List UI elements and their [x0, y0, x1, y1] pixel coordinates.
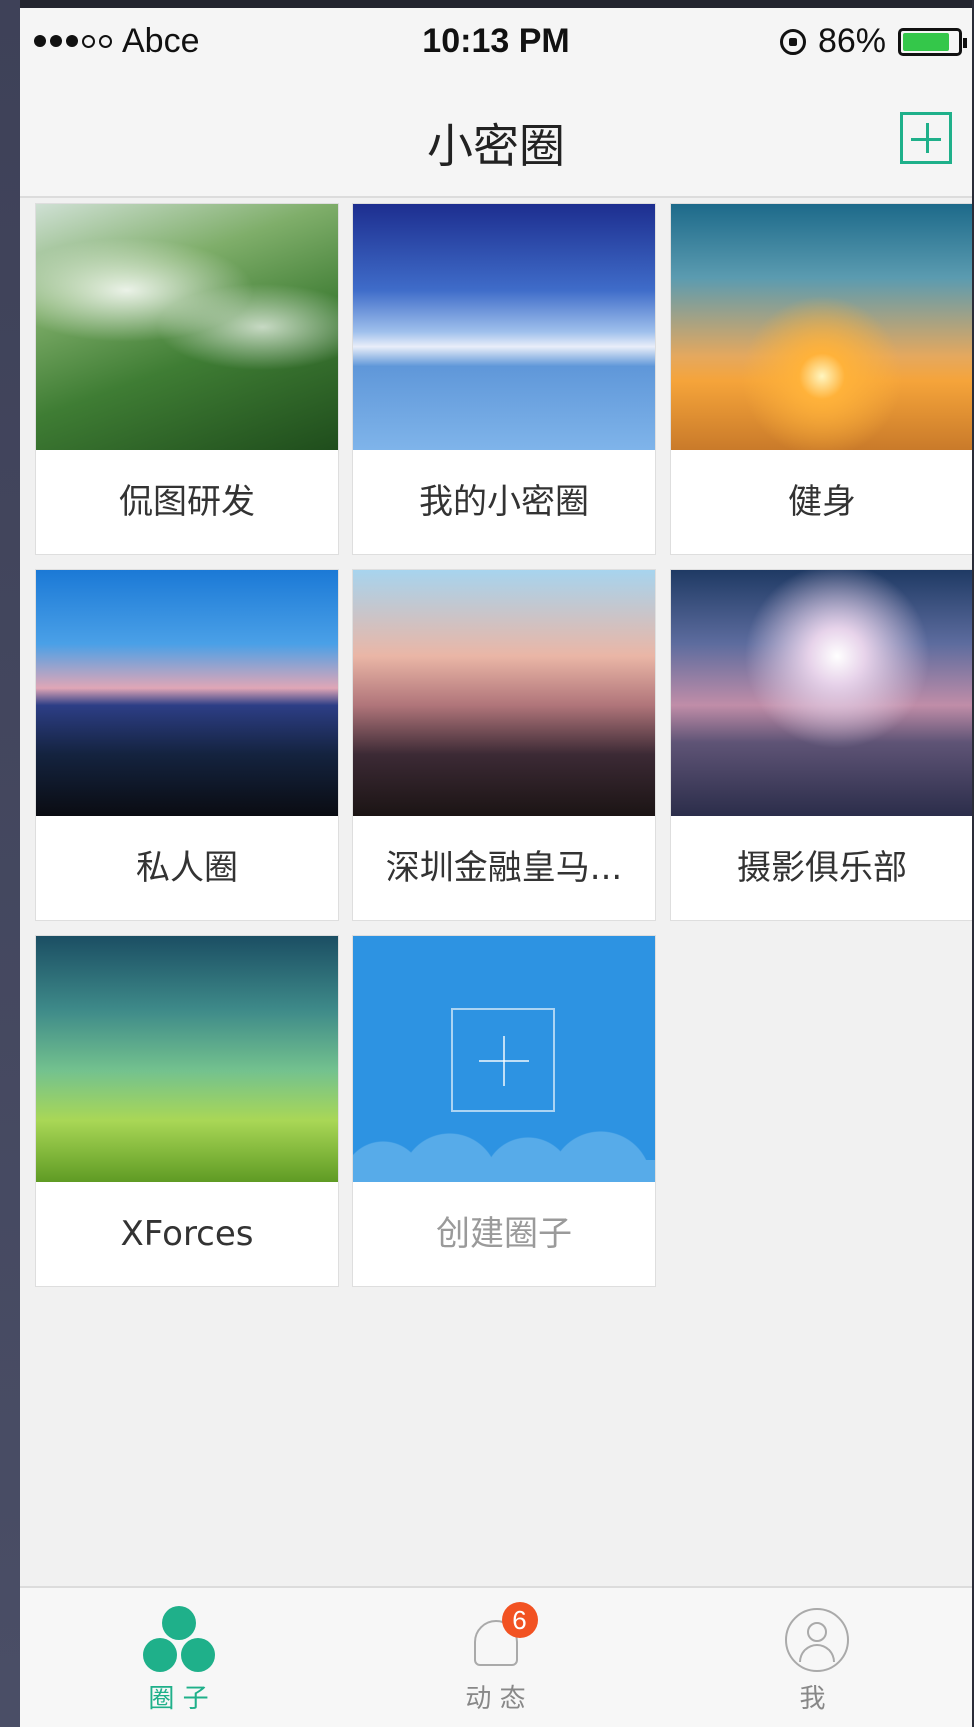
plus-icon	[451, 1008, 555, 1112]
circle-cover-image	[353, 204, 655, 450]
device-frame-left	[0, 0, 20, 1727]
circle-card[interactable]: 摄影俱乐部	[670, 569, 972, 921]
circle-cover-image	[36, 204, 338, 450]
create-circle-label: 创建圈子	[436, 1214, 572, 1254]
circle-card[interactable]: 私人圈	[35, 569, 339, 921]
circle-cover-image	[671, 570, 972, 816]
circles-icon	[139, 1606, 219, 1676]
battery-fill	[903, 32, 950, 51]
page-title: 小密圈	[427, 119, 565, 173]
cloud-decoration	[353, 1124, 655, 1182]
phone-screen: Abce 10:13 PM 86% 小密圈 侃图研发 我的小密圈 健身 私人圈 …	[20, 8, 972, 1727]
circle-name: 私人圈	[136, 848, 238, 888]
circle-card[interactable]: 健身	[670, 203, 972, 555]
tab-label: 动 态	[465, 1684, 526, 1714]
circle-cover-image	[36, 570, 338, 816]
create-circle-card[interactable]: 创建圈子	[352, 935, 656, 1287]
circle-name: 健身	[788, 482, 856, 522]
battery-percent: 86%	[817, 22, 886, 60]
create-circle-image	[353, 936, 655, 1182]
status-right: 86%	[779, 22, 967, 61]
circle-cover-image	[36, 936, 338, 1182]
bell-icon: 6	[456, 1602, 538, 1676]
battery-icon	[898, 27, 967, 56]
circle-name: XForces	[120, 1214, 254, 1254]
tab-label: 圈 子	[148, 1684, 209, 1714]
tab-me[interactable]: 我	[654, 1588, 971, 1727]
nav-bar: 小密圈	[20, 82, 972, 198]
circle-name: 侃图研发	[119, 482, 255, 522]
circle-name: 我的小密圈	[419, 482, 589, 522]
circle-card[interactable]: 侃图研发	[35, 203, 339, 555]
tab-bar: 圈 子 6 动 态 我	[20, 1586, 972, 1727]
circle-cover-image	[353, 570, 655, 816]
circle-cover-image	[671, 204, 972, 450]
circle-card[interactable]: XForces	[35, 935, 339, 1287]
notification-badge: 6	[501, 1602, 538, 1638]
circle-name: 深圳金融皇马...	[385, 848, 623, 888]
profile-icon	[773, 1606, 853, 1676]
circle-name: 摄影俱乐部	[737, 848, 907, 888]
circle-card[interactable]: 深圳金融皇马...	[352, 569, 656, 921]
circle-card[interactable]: 我的小密圈	[352, 203, 656, 555]
add-circle-button[interactable]	[900, 112, 952, 164]
tab-label: 我	[799, 1684, 826, 1714]
tab-activity[interactable]: 6 动 态	[337, 1588, 654, 1727]
device-frame-top	[0, 0, 974, 8]
status-bar: Abce 10:13 PM 86%	[20, 8, 972, 82]
rotation-lock-icon	[779, 28, 806, 55]
tab-circles[interactable]: 圈 子	[20, 1588, 337, 1727]
